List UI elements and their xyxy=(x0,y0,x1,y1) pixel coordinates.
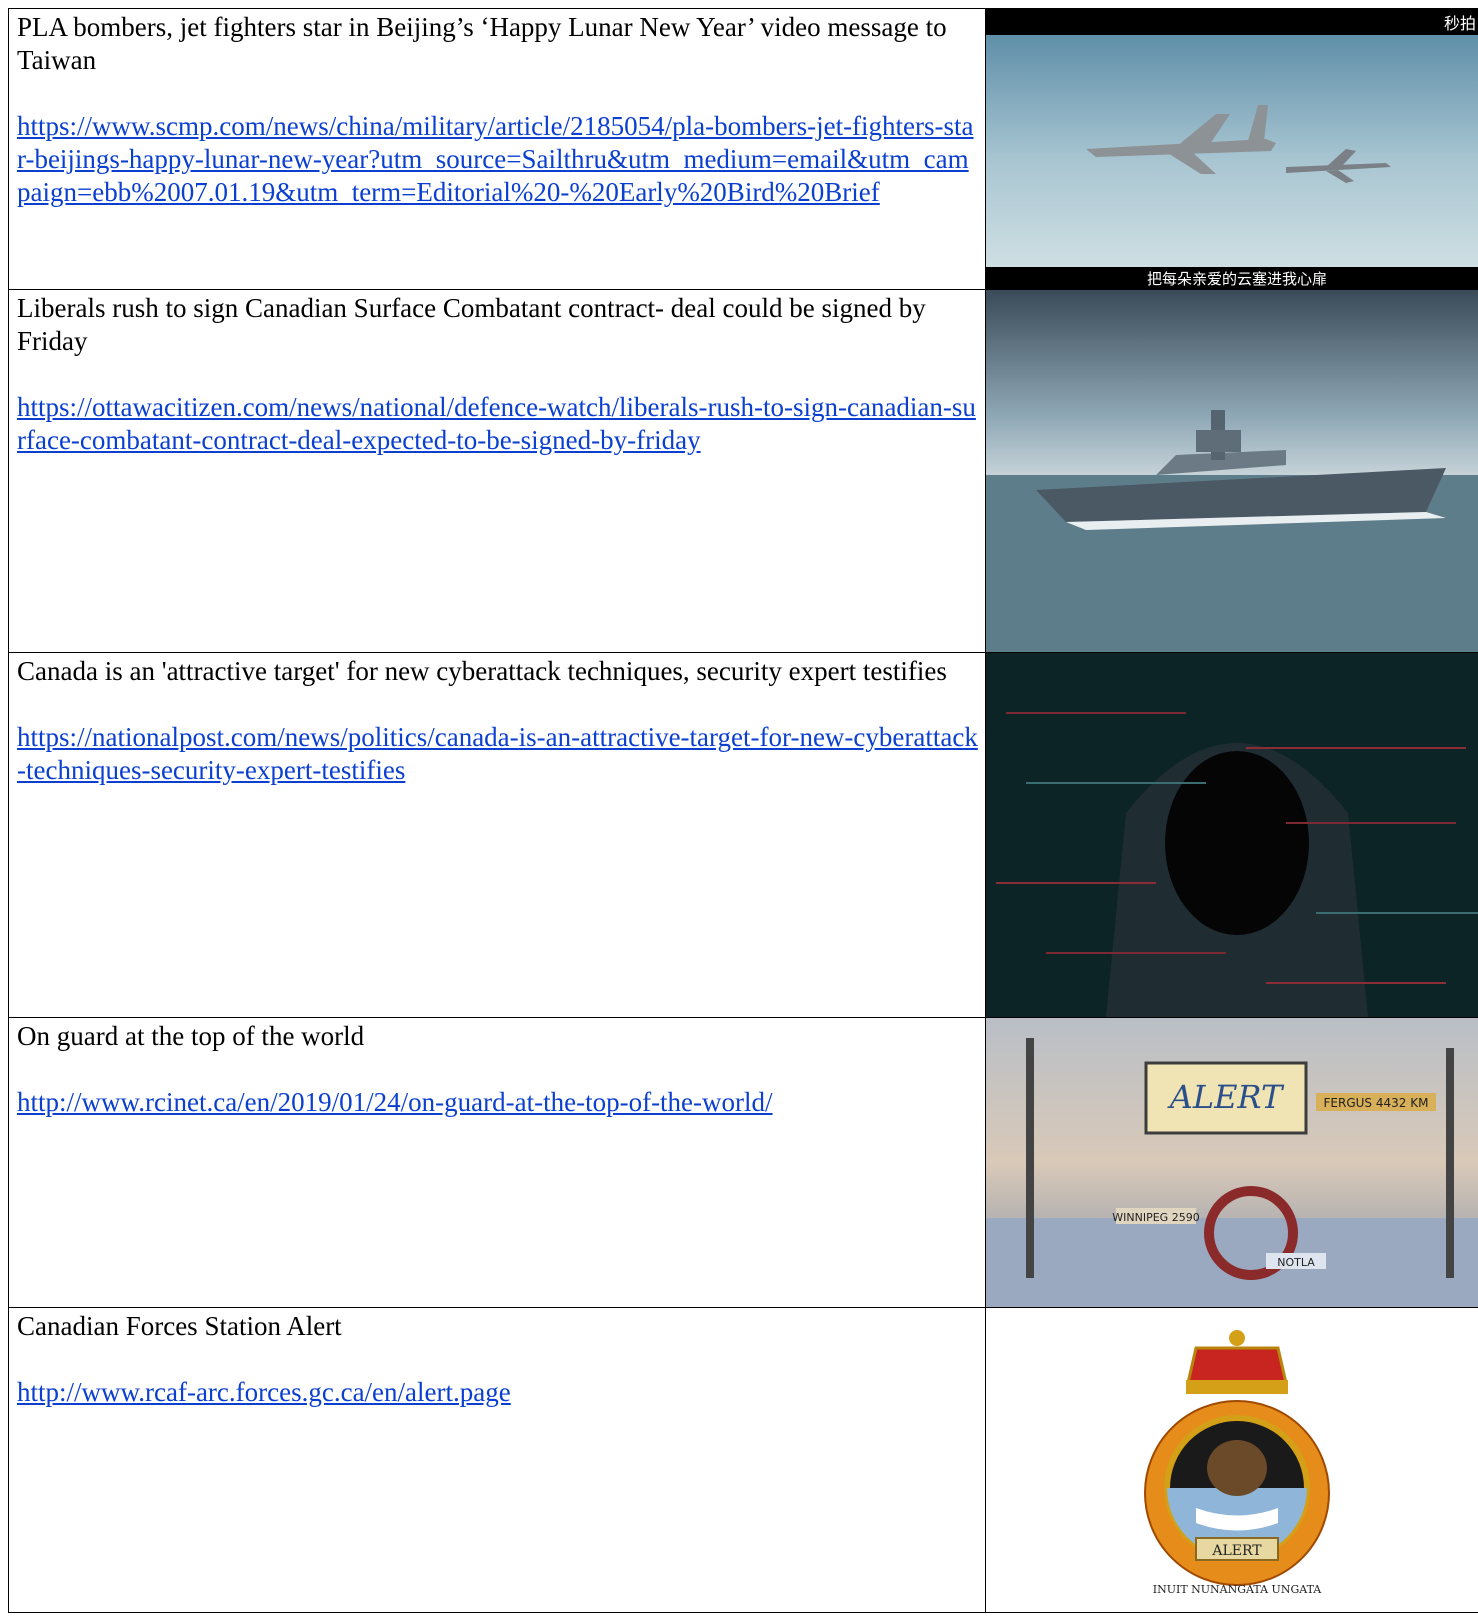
article-title: Canadian Forces Station Alert xyxy=(17,1311,342,1341)
article-link[interactable]: https://nationalpost.com/news/politics/c… xyxy=(17,721,981,787)
hacker-image xyxy=(986,653,1478,1017)
article-title: Canada is an 'attractive target' for new… xyxy=(17,656,947,686)
sign-label: FERGUS 4432 KM xyxy=(1324,1096,1429,1110)
article-row: Canada is an 'attractive target' for new… xyxy=(8,652,1478,1018)
warship-image xyxy=(986,290,1478,652)
sign-label: WINNIPEG 2590 xyxy=(1112,1211,1199,1224)
article-image-cell: ALERT FERGUS 4432 KM WINNIPEG 2590 NOTLA xyxy=(985,1017,1478,1308)
article-text-cell: Liberals rush to sign Canadian Surface C… xyxy=(8,289,986,653)
article-title: On guard at the top of the world xyxy=(17,1021,365,1051)
jets-image: 秒拍 把每朵亲爱的云塞进我心扉 xyxy=(986,9,1478,289)
article-text-cell: On guard at the top of the world http://… xyxy=(8,1017,986,1308)
article-row: On guard at the top of the world http://… xyxy=(8,1017,1478,1308)
article-link[interactable]: https://ottawacitizen.com/news/national/… xyxy=(17,391,981,457)
article-image-cell: ALERT INUIT NUNANGATA UNGATA xyxy=(985,1307,1478,1613)
article-image-cell xyxy=(985,652,1478,1018)
news-table: PLA bombers, jet fighters star in Beijin… xyxy=(8,8,1478,1613)
article-row: PLA bombers, jet fighters star in Beijin… xyxy=(8,8,1478,290)
cfs-alert-badge-image: ALERT INUIT NUNANGATA UNGATA xyxy=(986,1308,1478,1612)
article-text-cell: PLA bombers, jet fighters star in Beijin… xyxy=(8,8,986,290)
alert-signpost-image: ALERT FERGUS 4432 KM WINNIPEG 2590 NOTLA xyxy=(986,1018,1478,1307)
article-row: Liberals rush to sign Canadian Surface C… xyxy=(8,289,1478,653)
article-title: PLA bombers, jet fighters star in Beijin… xyxy=(17,12,947,75)
article-image-cell xyxy=(985,289,1478,653)
article-link[interactable]: http://www.rcaf-arc.forces.gc.ca/en/aler… xyxy=(17,1376,981,1409)
article-row: Canadian Forces Station Alert http://www… xyxy=(8,1307,1478,1613)
article-text-cell: Canada is an 'attractive target' for new… xyxy=(8,652,986,1018)
article-title: Liberals rush to sign Canadian Surface C… xyxy=(17,293,926,356)
badge-motto: INUIT NUNANGATA UNGATA xyxy=(1153,1583,1323,1596)
muskox-head xyxy=(1207,1440,1267,1496)
article-image-cell: 秒拍 把每朵亲爱的云塞进我心扉 xyxy=(985,8,1478,290)
badge-text: ALERT xyxy=(1211,1543,1262,1559)
article-text-cell: Canadian Forces Station Alert http://www… xyxy=(8,1307,986,1613)
video-caption: 把每朵亲爱的云塞进我心扉 xyxy=(1147,270,1327,288)
watermark-text: 秒拍 xyxy=(1444,14,1476,33)
sign-label: NOTLA xyxy=(1277,1256,1315,1269)
alert-sign-text: ALERT xyxy=(1167,1078,1285,1116)
article-link[interactable]: https://www.scmp.com/news/china/military… xyxy=(17,110,981,209)
article-link[interactable]: http://www.rcinet.ca/en/2019/01/24/on-gu… xyxy=(17,1086,981,1119)
